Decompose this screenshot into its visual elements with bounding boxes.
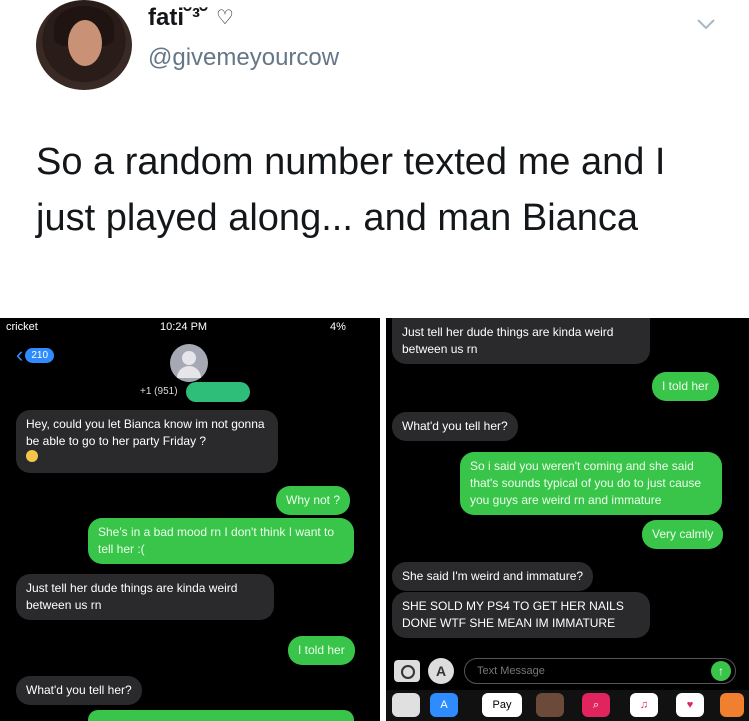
message-sent-partial[interactable] — [88, 710, 354, 721]
message-received[interactable]: What'd you tell her? — [16, 676, 142, 705]
heart-app-icon[interactable]: ♥ — [676, 693, 704, 717]
memoji-icon[interactable] — [536, 693, 564, 717]
heart-icon: ♡ — [215, 7, 234, 29]
carrier: cricket — [6, 321, 38, 333]
send-icon[interactable]: ↑ — [711, 661, 731, 681]
music-icon[interactable]: ♫ — [630, 693, 658, 717]
more-apps-icon[interactable] — [720, 693, 744, 717]
message-input-placeholder: Text Message — [477, 665, 545, 677]
search-images-icon[interactable]: ⌕ — [582, 693, 610, 717]
apple-pay-icon[interactable]: Pay — [482, 693, 522, 717]
tweet-header: fati˘³˘ ♡ @givemeyourcow — [0, 0, 749, 110]
message-received[interactable]: SHE SOLD MY PS4 TO GET HER NAILS DONE WT… — [392, 592, 650, 638]
tweet-text: So a random number texted me and I just … — [36, 141, 666, 239]
camera-icon[interactable] — [394, 660, 420, 682]
message-sent[interactable]: Why not ? — [276, 486, 351, 515]
screenshot-right: Just tell her dude things are kinda weir… — [386, 318, 749, 721]
app-store-icon[interactable]: A — [428, 658, 454, 684]
message-received[interactable]: Hey, could you let Bianca know im not go… — [16, 410, 278, 473]
handle[interactable]: @givemeyourcow — [148, 44, 339, 72]
compose-bar: A Text Message ↑ — [386, 656, 749, 686]
back-chevron-icon: ‹ — [16, 342, 24, 367]
message-sent[interactable]: So i said you weren't coming and she sai… — [460, 452, 722, 515]
contact-avatar[interactable] — [170, 344, 208, 382]
message-input[interactable]: Text Message ↑ — [464, 658, 736, 684]
contact-number[interactable]: +1 (951) — [140, 386, 178, 397]
message-received[interactable]: Just tell her dude things are kinda weir… — [392, 318, 650, 364]
chevron-down-icon[interactable] — [694, 12, 718, 36]
message-sent[interactable]: She's in a bad mood rn I don't think I w… — [88, 518, 354, 564]
battery: 4% — [330, 321, 346, 333]
message-received[interactable]: What'd you tell her? — [392, 412, 518, 441]
status-time: 10:24 PM — [160, 321, 208, 333]
message-received[interactable]: Just tell her dude things are kinda weir… — [16, 574, 274, 620]
app-store-drawer-icon[interactable]: A — [430, 693, 458, 717]
photos-icon[interactable] — [392, 693, 420, 717]
back-button[interactable]: ‹ 210 — [16, 342, 55, 367]
message-sent[interactable]: I told her — [288, 636, 355, 665]
message-sent[interactable]: Very calmly — [642, 520, 724, 549]
smile-emoji-icon — [26, 450, 38, 462]
status-bar: cricket 10:24 PM 4% — [0, 318, 380, 338]
unread-badge: 210 — [25, 347, 55, 363]
message-text: Hey, could you let Bianca know im not go… — [26, 417, 265, 448]
message-received[interactable]: She said I'm weird and immature? — [392, 562, 594, 591]
apple-pay-label: Pay — [492, 699, 512, 711]
avatar[interactable] — [36, 0, 132, 90]
screenshot-left: cricket 10:24 PM 4% ‹ 210 +1 (951) Hey, … — [0, 318, 380, 721]
name-row: fati˘³˘ ♡ — [148, 4, 236, 32]
display-name[interactable]: fati˘³˘ — [148, 4, 208, 32]
message-sent[interactable]: I told her — [652, 372, 719, 401]
redaction-mark — [186, 382, 250, 402]
app-drawer: A Pay ⌕ ♫ ♥ — [386, 690, 749, 721]
